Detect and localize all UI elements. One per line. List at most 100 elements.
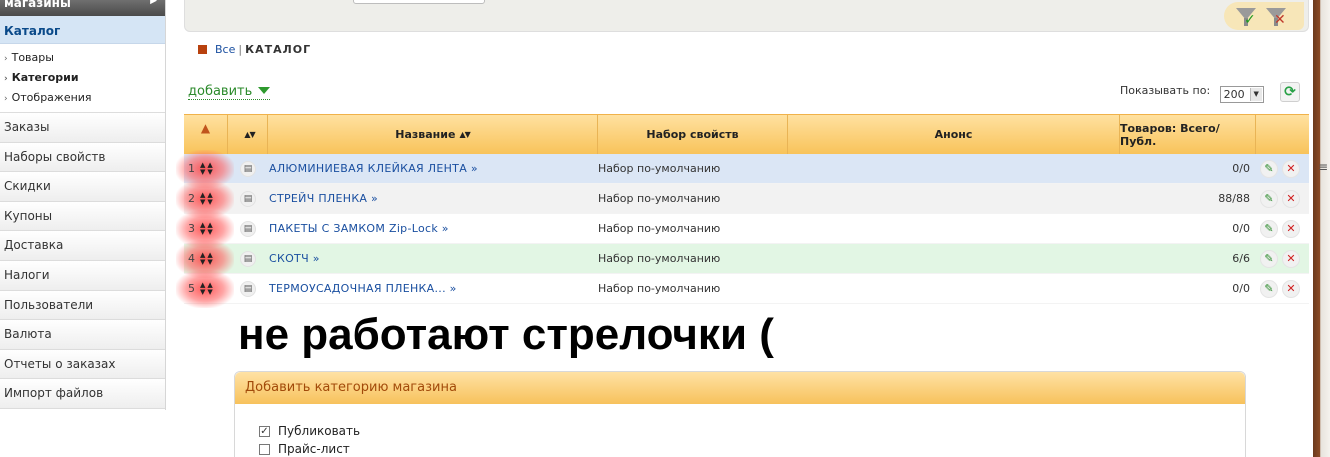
row-number: 1	[188, 162, 195, 175]
chevron-right-icon: ›	[4, 54, 8, 64]
sidebar-item-property-sets[interactable]: Наборы свойств	[0, 142, 165, 173]
order-arrows-icon[interactable]: ▲ ▼ ▲ ▼	[200, 161, 215, 176]
sort-arrows-icon[interactable]: ▲▼	[459, 130, 470, 139]
sidebar-item-delivery[interactable]: Доставка	[0, 231, 165, 261]
order-arrows-icon[interactable]: ▲ ▼ ▲ ▼	[200, 191, 215, 206]
name-header[interactable]: Название ▲▼	[268, 115, 598, 154]
edit-icon[interactable]: ✎	[1260, 189, 1278, 208]
document-icon[interactable]: ▤	[240, 220, 256, 237]
edit-icon[interactable]: ✎	[1260, 249, 1278, 268]
category-name-link[interactable]: СКОТЧ »	[268, 252, 598, 265]
sidebar-subitem-views[interactable]: › Отображения	[4, 88, 165, 108]
sidebar-subitem-products[interactable]: › Товары	[4, 48, 165, 68]
category-name-link[interactable]: СТРЕЙЧ ПЛЕНКА »	[268, 192, 598, 205]
row-icon: ▤	[228, 160, 268, 177]
row-order: 5 ▲ ▼ ▲ ▼	[176, 269, 234, 308]
category-name-link[interactable]: АЛЮМИНИЕВАЯ КЛЕЙКАЯ ЛЕНТА »	[268, 162, 598, 175]
breadcrumb-root-link[interactable]: Все	[215, 43, 235, 56]
breadcrumb-separator: |	[238, 43, 243, 56]
order-arrows-icon[interactable]: ▲ ▼ ▲ ▼	[200, 221, 215, 236]
table-row: 5 ▲ ▼ ▲ ▼ ▤ ТЕРМОУСАДОЧНАЯ ПЛЕНКА... » Набор…	[176, 269, 1309, 308]
checkbox-unchecked-icon[interactable]	[259, 443, 270, 455]
category-name-link[interactable]: ТЕРМОУСАДОЧНАЯ ПЛЕНКА... »	[268, 282, 598, 295]
delete-icon[interactable]: ✕	[1282, 189, 1300, 208]
sort-arrows-icon[interactable]: ▲▼	[244, 130, 255, 139]
sidebar: магазины ▶ Каталог › Товары › Категории › О…	[0, 0, 166, 410]
row-actions: ✎ ✕	[1256, 159, 1309, 178]
sidebar-subitem-categories[interactable]: › Категории	[4, 68, 165, 88]
filter-apply-icon[interactable]: ✓	[1234, 6, 1258, 28]
sort-order-header[interactable]: ▲	[184, 115, 228, 154]
breadcrumb: Все | КАТАЛОГ	[198, 43, 311, 56]
publish-label: Публиковать	[278, 424, 361, 438]
sidebar-item-order-reports[interactable]: Отчеты о заказах	[0, 349, 165, 380]
checkbox-checked-icon[interactable]: ✓	[259, 425, 270, 437]
sidebar-item-taxes[interactable]: Налоги	[0, 260, 165, 291]
refresh-icon[interactable]: ⟳	[1280, 82, 1300, 102]
price-list-label: Прайс-лист	[278, 442, 350, 456]
per-page-control: Показывать по: 200 ▼	[1120, 84, 1264, 103]
publish-checkbox[interactable]: ✓ Публиковать	[259, 424, 360, 438]
count-header: Товаров: Всего/Публ.	[1120, 115, 1256, 154]
edit-icon[interactable]: ✎	[1260, 219, 1278, 238]
resize-handle-icon[interactable]: ≡	[1318, 160, 1328, 174]
chevron-right-icon: ›	[4, 94, 8, 104]
table-row: 1 ▲ ▼ ▲ ▼ ▤ АЛЮМИНИЕВАЯ КЛЕЙКАЯ ЛЕНТА » Набо…	[176, 149, 1309, 188]
filter-clear-icon[interactable]: ✕	[1264, 6, 1288, 28]
row-actions: ✎ ✕	[1256, 279, 1309, 298]
property-set-cell: Набор по-умолчанию	[598, 222, 721, 235]
chevron-right-icon: ›	[4, 74, 8, 84]
subitem-label: Отображения	[11, 91, 92, 104]
per-page-label: Показывать по:	[1120, 84, 1211, 97]
count-cell: 0/0	[1232, 222, 1250, 235]
breadcrumb-current: КАТАЛОГ	[245, 43, 312, 56]
actions-header	[1256, 115, 1309, 154]
subitem-label: Категории	[11, 71, 79, 84]
delete-icon[interactable]: ✕	[1282, 159, 1300, 178]
filter-bar: ✓ ✕	[184, 0, 1309, 32]
row-icon: ▤	[228, 220, 268, 237]
delete-icon[interactable]: ✕	[1282, 279, 1300, 298]
count-cell: 6/6	[1232, 252, 1250, 265]
name-header-label: Название	[395, 128, 456, 141]
document-icon[interactable]: ▤	[240, 190, 256, 207]
category-name-link[interactable]: ПАКЕТЫ С ЗАМКОМ Zip-Lock »	[268, 222, 598, 235]
delete-icon[interactable]: ✕	[1282, 219, 1300, 238]
document-icon[interactable]: ▤	[240, 250, 256, 267]
sidebar-item-currency[interactable]: Валюта	[0, 320, 165, 350]
order-arrows-icon[interactable]: ▲ ▼ ▲ ▼	[200, 251, 215, 266]
edit-icon[interactable]: ✎	[1260, 159, 1278, 178]
sidebar-item-catalog[interactable]: Каталог	[0, 16, 165, 44]
per-page-value: 200	[1223, 88, 1245, 101]
order-arrows-icon[interactable]: ▲ ▼ ▲ ▼	[200, 281, 215, 296]
sidebar-item-coupons[interactable]: Купоны	[0, 201, 165, 232]
sidebar-item-file-import[interactable]: Импорт файлов	[0, 379, 165, 409]
row-actions: ✎ ✕	[1256, 249, 1309, 268]
add-category-panel: Добавить категорию магазина ✓ Публиковат…	[234, 371, 1246, 457]
subitem-label: Товары	[11, 51, 54, 64]
document-icon[interactable]: ▤	[240, 160, 256, 177]
add-dropdown-button[interactable]: добавить	[188, 84, 271, 100]
row-icon: ▤	[228, 190, 268, 207]
filter-input[interactable]	[353, 0, 485, 4]
count-cell: 0/0	[1232, 282, 1250, 295]
per-page-select[interactable]: 200 ▼	[1219, 86, 1264, 103]
sort-type-header[interactable]: ▲▼	[228, 115, 268, 154]
property-set-cell: Набор по-умолчанию	[598, 192, 721, 205]
page: магазины ▶ Каталог › Товары › Категории › О…	[0, 0, 1330, 457]
edit-icon[interactable]: ✎	[1260, 279, 1278, 298]
row-icon: ▤	[228, 280, 268, 297]
table-row: 4 ▲ ▼ ▲ ▼ ▤ СКОТЧ » Набор по-умолчанию 6/6 ✎…	[176, 239, 1309, 278]
announce-header-label: Анонс	[934, 128, 973, 141]
property-set-cell: Набор по-умолчанию	[598, 162, 721, 175]
property-set-header-label: Набор свойств	[646, 128, 739, 141]
sidebar-item-users[interactable]: Пользователи	[0, 290, 165, 321]
breadcrumb-marker-icon	[198, 45, 207, 54]
sidebar-item-discounts[interactable]: Скидки	[0, 172, 165, 202]
sidebar-item-orders[interactable]: Заказы	[0, 113, 165, 143]
count-cell: 0/0	[1232, 162, 1250, 175]
document-icon[interactable]: ▤	[240, 280, 256, 297]
sidebar-top-item[interactable]: магазины ▶	[0, 0, 165, 16]
price-list-checkbox[interactable]: Прайс-лист	[259, 442, 350, 456]
delete-icon[interactable]: ✕	[1282, 249, 1300, 268]
